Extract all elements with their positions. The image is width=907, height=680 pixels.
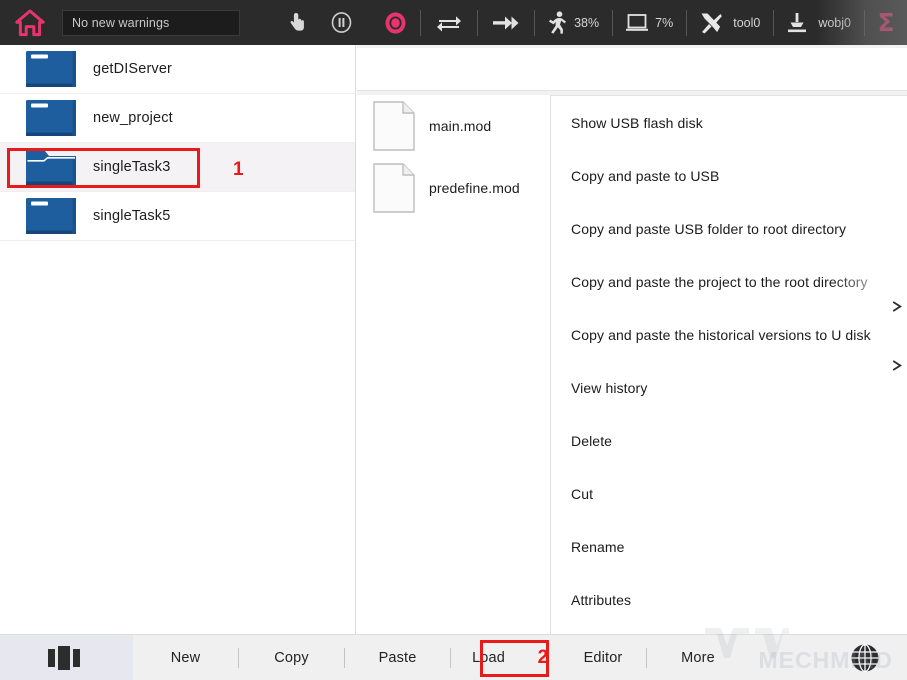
context-menu-item[interactable]: Attributes (551, 573, 907, 626)
chevron-right-icon (892, 360, 902, 371)
file-icon (373, 163, 415, 213)
context-menu-scroll-hint[interactable] (889, 301, 905, 371)
content-header-bar (357, 48, 907, 91)
jog-button[interactable] (282, 0, 312, 45)
context-menu-label: Copy and paste the historical versions t… (571, 326, 871, 343)
folder-label: new_project (93, 110, 173, 126)
new-button-label: New (170, 649, 201, 666)
folder-label: singleTask3 (93, 159, 171, 175)
work-object-icon (788, 12, 807, 32)
context-menu-label: Show USB flash disk (571, 114, 703, 131)
context-menu-item[interactable]: Delete (551, 414, 907, 467)
paste-button-label: Paste (378, 649, 417, 666)
globe-language-icon (851, 643, 879, 672)
context-menu-label: Copy and paste USB folder to root direct… (571, 220, 847, 237)
context-menu: Show USB flash disk Copy and paste to US… (550, 95, 907, 634)
bottom-toolbar: New Copy Paste Load 2 Editor More (0, 634, 907, 680)
wobj-value: wobj0 (818, 15, 851, 30)
context-menu-label: Attributes (571, 591, 632, 608)
stop-record-icon (385, 11, 406, 34)
file-list-item[interactable]: main.mod (357, 95, 550, 157)
hand-pointer-icon (290, 12, 304, 31)
context-menu-item[interactable]: Cut (551, 467, 907, 520)
folder-row-selected[interactable]: singleTask3 (0, 143, 355, 192)
screen-indicator[interactable]: 7% (613, 0, 686, 45)
context-menu-item[interactable]: View history (551, 361, 907, 414)
chevron-right-icon (892, 301, 902, 312)
load-button-label: Load (472, 649, 505, 666)
folder-closed-icon (26, 198, 76, 234)
file-list: main.mod predefine.mod (357, 95, 550, 634)
panel-layout-icon (47, 645, 80, 670)
context-menu-item[interactable]: Copy and paste to USB (551, 149, 907, 202)
folder-row[interactable]: singleTask5 (0, 192, 355, 241)
running-man-icon (549, 11, 567, 34)
more-button[interactable]: More (647, 635, 749, 680)
wobj-indicator[interactable]: wobj0 (774, 0, 864, 45)
home-icon (15, 9, 45, 36)
file-label: predefine.mod (429, 180, 520, 196)
context-menu-item[interactable]: Copy and paste the project to the root d… (551, 255, 907, 308)
folder-row[interactable]: new_project (0, 94, 355, 143)
context-menu-item[interactable]: Rename (551, 520, 907, 573)
context-menu-label: Delete (571, 432, 613, 449)
tools-icon (701, 13, 723, 33)
home-button[interactable] (0, 0, 60, 45)
folder-row[interactable]: getDIServer (0, 45, 355, 94)
panel-layout-button[interactable] (0, 634, 133, 680)
folder-open-icon (26, 151, 76, 185)
file-label: main.mod (429, 118, 492, 134)
speed-value: 38% (574, 15, 600, 30)
new-button[interactable]: New (133, 635, 238, 680)
annotation-marker-1: 1 (233, 159, 244, 180)
folder-closed-icon (26, 51, 76, 87)
monitor-icon (626, 14, 649, 31)
tool-indicator[interactable]: tool0 (687, 0, 773, 45)
annotation-marker-2-slot: 2 (526, 635, 560, 680)
context-menu-item[interactable]: Show USB flash disk (551, 96, 907, 149)
sigma-button[interactable]: Σ (865, 0, 907, 45)
context-menu-item[interactable]: Copy and paste the historical versions t… (551, 308, 907, 361)
pause-circle-icon (331, 12, 351, 33)
file-list-item[interactable]: predefine.mod (357, 157, 550, 219)
app-window: No new warnings 38% 7% tool0 wobj0 Σ get… (0, 0, 907, 680)
tool-value: tool0 (733, 15, 761, 30)
copy-button[interactable]: Copy (239, 635, 344, 680)
editor-button-label: Editor (583, 649, 623, 666)
context-menu-label: View history (571, 379, 648, 396)
context-menu-item[interactable]: Copy and paste USB folder to root direct… (551, 202, 907, 255)
content-panel: main.mod predefine.mod Show USB flash di… (357, 45, 907, 634)
context-menu-label: Copy and paste the project to the root d… (571, 273, 868, 290)
editor-button[interactable]: Editor (560, 635, 646, 680)
language-button[interactable] (823, 635, 907, 680)
sigma-icon: Σ (877, 8, 895, 37)
warning-status-text: No new warnings (72, 15, 170, 30)
annotation-marker-2: 2 (537, 646, 549, 668)
top-toolbar: No new warnings 38% 7% tool0 wobj0 Σ (0, 0, 907, 45)
paste-button[interactable]: Paste (345, 635, 450, 680)
copy-button-label: Copy (274, 649, 309, 666)
screen-value: 7% (655, 15, 674, 30)
loop-cycle-icon (437, 15, 462, 31)
file-icon (373, 101, 415, 151)
pause-button[interactable] (312, 0, 370, 45)
context-menu-label: Rename (571, 538, 625, 555)
folder-label: singleTask5 (93, 208, 171, 224)
speed-indicator[interactable]: 38% (535, 0, 612, 45)
warning-status-box[interactable]: No new warnings (62, 9, 240, 36)
load-button[interactable]: Load (451, 635, 526, 680)
stop-button[interactable] (370, 0, 420, 45)
step-forward-button[interactable] (478, 0, 534, 45)
folder-label: getDIServer (93, 61, 173, 77)
more-button-label: More (681, 649, 715, 666)
folder-closed-icon (26, 100, 76, 136)
step-forward-icon (493, 16, 519, 29)
context-menu-label: Copy and paste to USB (571, 167, 720, 184)
folder-tree-panel: getDIServer new_project singleTask3 sing… (0, 45, 356, 634)
context-menu-label: Cut (571, 485, 594, 502)
loop-button[interactable] (421, 0, 477, 45)
